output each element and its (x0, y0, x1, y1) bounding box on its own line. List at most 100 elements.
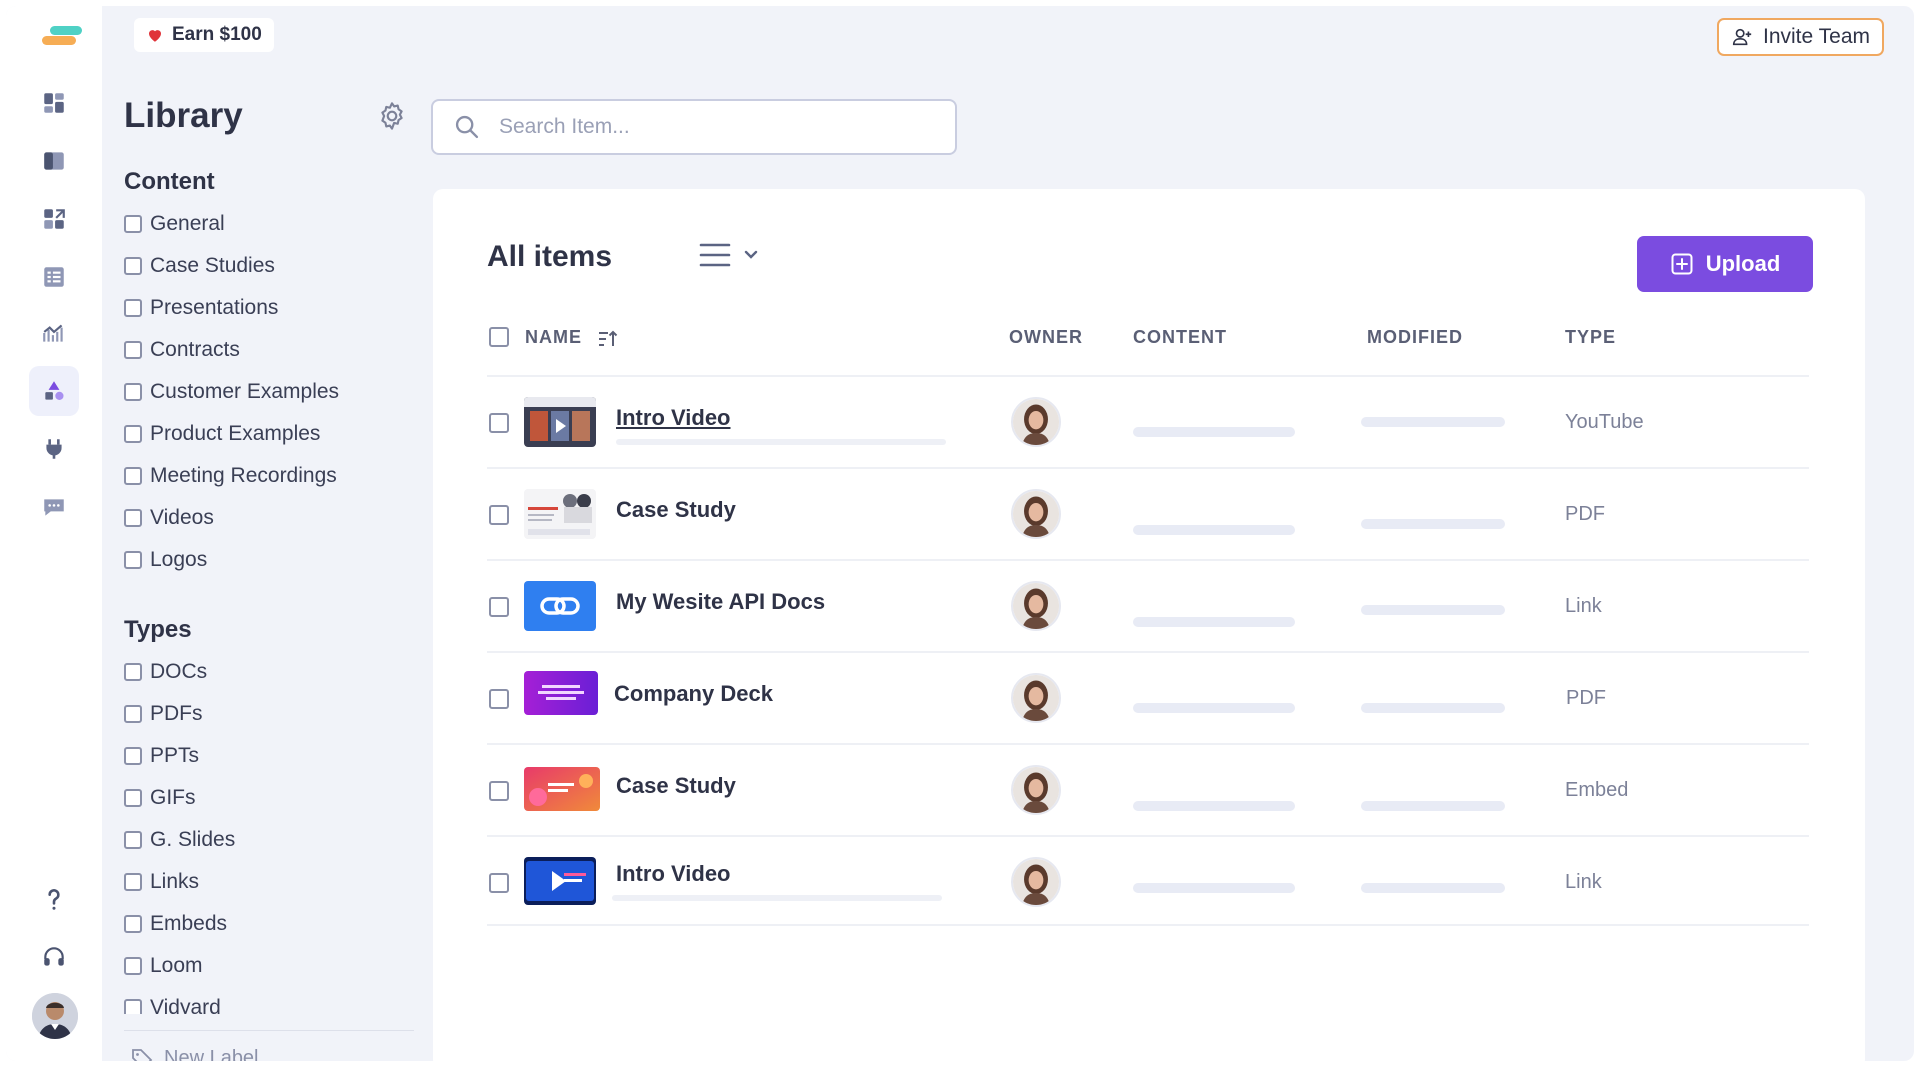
filter-docs[interactable]: DOCs (124, 660, 207, 684)
plug-icon[interactable] (29, 424, 79, 474)
filter-contracts[interactable]: Contracts (124, 338, 240, 362)
dashboard-icon[interactable] (29, 78, 79, 128)
filter-videos[interactable]: Videos (124, 506, 214, 530)
filter-g-slides[interactable]: G. Slides (124, 828, 235, 852)
book-icon[interactable] (29, 136, 79, 186)
filter-presentations[interactable]: Presentations (124, 296, 278, 320)
checkbox[interactable] (124, 957, 142, 975)
user-avatar[interactable] (32, 993, 78, 1039)
shapes-icon[interactable] (29, 366, 79, 416)
row-checkbox[interactable] (489, 505, 509, 525)
filter-vidyard[interactable]: Vidyard (124, 996, 221, 1014)
add-user-icon (1732, 28, 1752, 46)
column-modified[interactable]: MODIFIED (1367, 327, 1463, 348)
search-input[interactable] (497, 114, 921, 140)
content-placeholder (1133, 703, 1295, 713)
earn-button[interactable]: Earn $100 (134, 18, 274, 52)
item-name[interactable]: Case Study (616, 773, 736, 799)
filter-pdfs[interactable]: PDFs (124, 702, 203, 726)
checkbox[interactable] (124, 663, 142, 681)
library-title: Library (124, 96, 243, 135)
invite-team-label: Invite Team (1763, 25, 1870, 48)
row-checkbox[interactable] (489, 413, 509, 433)
checkbox[interactable] (124, 341, 142, 359)
item-name[interactable]: Company Deck (614, 681, 773, 707)
view-options-dropdown[interactable] (699, 241, 759, 269)
checkbox[interactable] (124, 551, 142, 569)
help-icon[interactable] (29, 874, 79, 924)
filter-gifs[interactable]: GIFs (124, 786, 196, 810)
upload-button[interactable]: Upload (1637, 236, 1813, 292)
table-row[interactable]: Company Deck PDF (487, 651, 1809, 745)
owner-avatar (1011, 581, 1061, 631)
row-checkbox[interactable] (489, 597, 509, 617)
column-owner[interactable]: OWNER (1009, 327, 1083, 348)
table-row[interactable]: Intro Video YouTube (487, 375, 1809, 469)
document-thumbnail (524, 489, 596, 539)
checkbox[interactable] (124, 257, 142, 275)
filter-loom[interactable]: Loom (124, 954, 203, 978)
filter-ppts[interactable]: PPTs (124, 744, 199, 768)
gear-icon[interactable] (376, 100, 408, 132)
select-all-checkbox[interactable] (489, 327, 509, 347)
checkbox[interactable] (124, 747, 142, 765)
checkbox[interactable] (124, 299, 142, 317)
filter-customer-examples[interactable]: Customer Examples (124, 380, 339, 404)
column-content[interactable]: CONTENT (1133, 327, 1227, 348)
headset-icon[interactable] (29, 932, 79, 982)
chevron-down-icon (744, 250, 758, 259)
item-type: Link (1565, 871, 1602, 893)
table-row[interactable]: Case Study PDF (487, 467, 1809, 561)
checkbox[interactable] (124, 383, 142, 401)
widgets-icon[interactable] (29, 194, 79, 244)
filter-case-studies[interactable]: Case Studies (124, 254, 275, 278)
table-row[interactable]: Intro Video Link (487, 835, 1809, 929)
checkbox[interactable] (124, 705, 142, 723)
checkbox[interactable] (124, 509, 142, 527)
content-placeholder (1133, 427, 1295, 437)
sort-icon[interactable] (597, 329, 619, 349)
item-name[interactable]: Intro Video (616, 861, 731, 887)
modified-placeholder (1361, 605, 1505, 615)
table-row[interactable]: My Wesite API Docs Link (487, 559, 1809, 653)
analytics-icon[interactable] (29, 308, 79, 358)
checkbox[interactable] (124, 789, 142, 807)
filter-product-examples[interactable]: Product Examples (124, 422, 320, 446)
chat-icon[interactable] (29, 482, 79, 532)
checkbox[interactable] (124, 215, 142, 233)
column-name[interactable]: NAME (525, 327, 582, 348)
modified-placeholder (1361, 703, 1505, 713)
filter-label: General (150, 212, 225, 235)
search-box[interactable] (431, 99, 957, 155)
item-name[interactable]: My Wesite API Docs (616, 589, 825, 615)
owner-avatar (1011, 765, 1061, 815)
filter-meeting-recordings[interactable]: Meeting Recordings (124, 464, 337, 488)
plus-square-icon (1671, 253, 1693, 275)
filter-links[interactable]: Links (124, 870, 199, 894)
progress-bar (612, 895, 942, 901)
table-row[interactable]: Case Study Embed (487, 743, 1809, 837)
invite-team-button[interactable]: Invite Team (1717, 18, 1884, 56)
filter-label: Logos (150, 548, 208, 571)
checkbox[interactable] (124, 425, 142, 443)
filter-embeds[interactable]: Embeds (124, 912, 227, 936)
item-name[interactable]: Case Study (616, 497, 736, 523)
checkbox[interactable] (124, 467, 142, 485)
item-name[interactable]: Intro Video (616, 405, 731, 431)
row-checkbox[interactable] (489, 689, 509, 709)
column-type[interactable]: TYPE (1565, 327, 1616, 348)
earn-label: Earn $100 (172, 24, 262, 45)
new-label-button[interactable]: New Label (130, 1046, 259, 1061)
list-icon[interactable] (29, 252, 79, 302)
checkbox[interactable] (124, 999, 142, 1014)
checkbox[interactable] (124, 915, 142, 933)
checkbox[interactable] (124, 873, 142, 891)
checkbox[interactable] (124, 831, 142, 849)
modified-placeholder (1361, 519, 1505, 529)
filter-label: Links (150, 870, 200, 893)
filter-general[interactable]: General (124, 212, 225, 236)
row-checkbox[interactable] (489, 781, 509, 801)
filter-logos[interactable]: Logos (124, 548, 207, 572)
row-checkbox[interactable] (489, 873, 509, 893)
sidebar-divider (124, 1030, 414, 1031)
